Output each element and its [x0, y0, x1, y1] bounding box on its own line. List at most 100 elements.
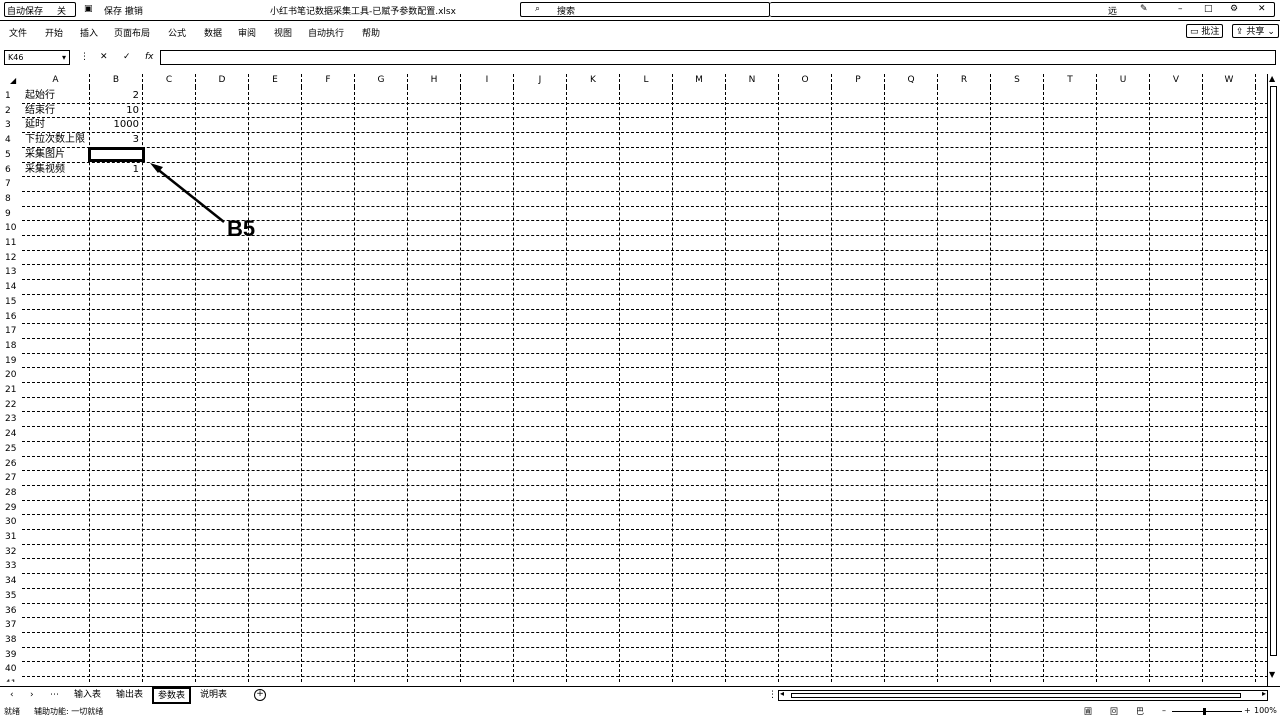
next-sheet-icon[interactable]: ›: [26, 688, 38, 702]
column-header-a[interactable]: A: [22, 74, 90, 87]
cell-a1[interactable]: 起始行: [25, 89, 55, 103]
zoom-in-button[interactable]: +: [1244, 706, 1251, 715]
view-layout-button[interactable]: 回: [1110, 706, 1118, 717]
row-header-6[interactable]: 6: [0, 163, 22, 178]
menu-view[interactable]: 视图: [274, 26, 292, 39]
row-header-11[interactable]: 11: [0, 236, 22, 251]
cell-b2[interactable]: 10: [90, 104, 139, 118]
row-header-29[interactable]: 29: [0, 501, 22, 516]
horizontal-scrollbar[interactable]: ◂ ▸: [778, 689, 1268, 701]
menu-data[interactable]: 数据: [204, 26, 222, 39]
column-header-i[interactable]: I: [461, 74, 514, 87]
scroll-left-icon[interactable]: ◂: [780, 689, 784, 698]
search-box[interactable]: ⌕ 搜索: [520, 2, 770, 17]
row-header-4[interactable]: 4: [0, 133, 22, 148]
row-header-12[interactable]: 12: [0, 251, 22, 266]
row-header-28[interactable]: 28: [0, 486, 22, 501]
row-header-26[interactable]: 26: [0, 457, 22, 472]
column-header-g[interactable]: G: [355, 74, 408, 87]
view-normal-button[interactable]: 圃: [1084, 706, 1092, 717]
cell-a3[interactable]: 延时: [25, 118, 45, 132]
horizontal-scroll-thumb[interactable]: [791, 693, 1241, 698]
row-header-13[interactable]: 13: [0, 265, 22, 280]
enter-icon[interactable]: ✓: [123, 52, 131, 62]
scroll-down-icon[interactable]: ▼: [1269, 670, 1275, 679]
row-header-40[interactable]: 40: [0, 662, 22, 677]
row-header-10[interactable]: 10: [0, 221, 22, 236]
zoom-out-button[interactable]: –: [1162, 706, 1166, 715]
column-header-v[interactable]: V: [1150, 74, 1203, 87]
row-header-14[interactable]: 14: [0, 280, 22, 295]
column-header-o[interactable]: O: [779, 74, 832, 87]
row-header-3[interactable]: 3: [0, 118, 22, 133]
select-all-corner[interactable]: ◢: [0, 74, 22, 87]
cell-b3[interactable]: 1000: [90, 118, 139, 132]
row-header-21[interactable]: 21: [0, 383, 22, 398]
row-header-33[interactable]: 33: [0, 559, 22, 574]
scroll-right-icon[interactable]: ▸: [1262, 689, 1266, 698]
zoom-level[interactable]: 100%: [1254, 706, 1277, 715]
column-header-m[interactable]: M: [673, 74, 726, 87]
column-header-b[interactable]: B: [90, 74, 143, 87]
column-header-r[interactable]: R: [938, 74, 991, 87]
row-header-35[interactable]: 35: [0, 589, 22, 604]
row-header-32[interactable]: 32: [0, 545, 22, 560]
cancel-icon[interactable]: ✕: [100, 52, 108, 62]
row-header-17[interactable]: 17: [0, 324, 22, 339]
row-header-41[interactable]: 41: [0, 677, 22, 682]
cell-b6[interactable]: 1: [90, 163, 139, 177]
column-header-l[interactable]: L: [620, 74, 673, 87]
menu-file[interactable]: 文件: [9, 26, 27, 39]
row-header-19[interactable]: 19: [0, 354, 22, 369]
comments-button[interactable]: ▭ 批注: [1186, 24, 1224, 38]
sheet-tab-notes[interactable]: 说明表: [196, 688, 231, 702]
function-icon[interactable]: fx: [145, 52, 154, 62]
zoom-slider-thumb[interactable]: [1203, 708, 1206, 715]
column-header-e[interactable]: E: [249, 74, 302, 87]
row-header-2[interactable]: 2: [0, 104, 22, 119]
cell-a6[interactable]: 采集视频: [25, 163, 65, 177]
column-header-c[interactable]: C: [143, 74, 196, 87]
close-button[interactable]: ✕: [1258, 4, 1266, 14]
cell-a5[interactable]: 采集图片: [25, 148, 65, 162]
menu-home[interactable]: 开始: [45, 26, 63, 39]
column-header-h[interactable]: H: [408, 74, 461, 87]
row-header-38[interactable]: 38: [0, 633, 22, 648]
row-header-31[interactable]: 31: [0, 530, 22, 545]
row-header-37[interactable]: 37: [0, 618, 22, 633]
cell-b4[interactable]: 3: [90, 133, 139, 147]
column-header-u[interactable]: U: [1097, 74, 1150, 87]
column-header-p[interactable]: P: [832, 74, 885, 87]
row-header-7[interactable]: 7: [0, 177, 22, 192]
accessibility-status[interactable]: 辅助功能: 一切就绪: [34, 706, 103, 717]
sheet-tab-params[interactable]: 参数表: [152, 687, 192, 704]
cell-a2[interactable]: 结束行: [25, 104, 55, 118]
row-header-5[interactable]: 5: [0, 148, 22, 163]
prev-sheet-icon[interactable]: ‹: [6, 688, 18, 702]
menu-review[interactable]: 审阅: [238, 26, 256, 39]
row-header-9[interactable]: 9: [0, 207, 22, 222]
row-header-1[interactable]: 1: [0, 89, 22, 104]
column-header-w[interactable]: W: [1203, 74, 1256, 87]
more-options-icon[interactable]: ⋮: [80, 52, 89, 62]
minimize-button[interactable]: –: [1178, 4, 1183, 14]
view-break-button[interactable]: 巴: [1136, 706, 1144, 717]
row-header-22[interactable]: 22: [0, 398, 22, 413]
pen-icon[interactable]: ✎: [1140, 4, 1148, 14]
quick-access-toolbar[interactable]: 保存 撤销: [104, 4, 143, 17]
vertical-scroll-thumb[interactable]: [1270, 86, 1277, 656]
column-header-n[interactable]: N: [726, 74, 779, 87]
column-header-s[interactable]: S: [991, 74, 1044, 87]
row-header-24[interactable]: 24: [0, 427, 22, 442]
column-header-f[interactable]: F: [302, 74, 355, 87]
menu-formulas[interactable]: 公式: [168, 26, 186, 39]
row-header-8[interactable]: 8: [0, 192, 22, 207]
save-icon[interactable]: ▣: [84, 4, 93, 14]
row-header-23[interactable]: 23: [0, 412, 22, 427]
cell-a4[interactable]: 下拉次数上限: [25, 133, 85, 147]
row-header-20[interactable]: 20: [0, 368, 22, 383]
row-header-27[interactable]: 27: [0, 471, 22, 486]
name-box[interactable]: K46 ▾: [4, 50, 70, 65]
cell-b1[interactable]: 2: [90, 89, 139, 103]
row-header-18[interactable]: 18: [0, 339, 22, 354]
